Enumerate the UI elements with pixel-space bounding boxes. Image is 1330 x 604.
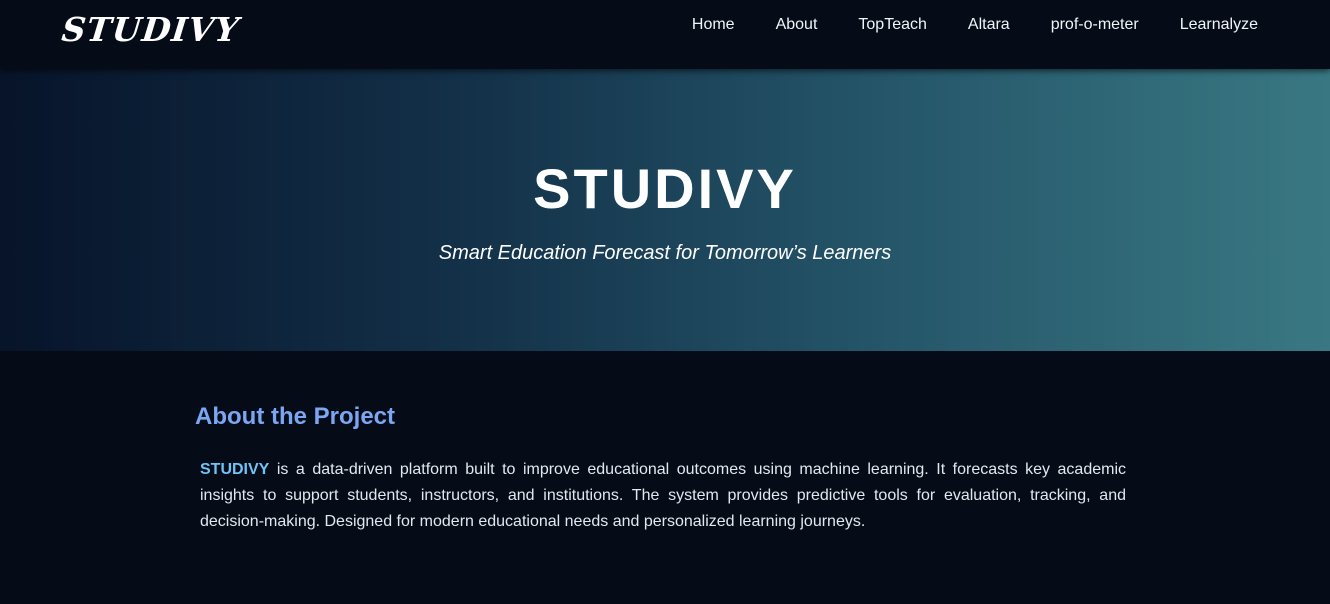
nav-menu: Home About TopTeach Altara prof-o-meter … — [651, 16, 1258, 34]
site-logo[interactable]: STUDIVY — [60, 10, 241, 49]
about-text: is a data-driven platform built to impro… — [200, 461, 1126, 530]
about-heading: About the Project — [195, 403, 396, 430]
hero-subtitle: Smart Education Forecast for Tomorrow’s … — [438, 242, 892, 264]
about-description: STUDIVY is a data-driven platform built … — [200, 457, 1126, 535]
nav-link-learnalyze[interactable]: Learnalyze — [1180, 16, 1258, 34]
nav-link-home[interactable]: Home — [692, 16, 735, 34]
top-navbar: STUDIVY Home About TopTeach Altara prof-… — [0, 0, 1330, 69]
about-section: About the Project STUDIVY is a data-driv… — [0, 351, 1330, 604]
nav-link-altara[interactable]: Altara — [968, 16, 1010, 34]
hero-title: STUDIVY — [533, 157, 797, 220]
nav-link-prof-o-meter[interactable]: prof-o-meter — [1051, 16, 1139, 34]
nav-link-about[interactable]: About — [776, 16, 818, 34]
hero-banner: STUDIVY Smart Education Forecast for Tom… — [0, 69, 1330, 351]
nav-link-topteach[interactable]: TopTeach — [858, 16, 927, 34]
brand-highlight: STUDIVY — [200, 461, 270, 478]
